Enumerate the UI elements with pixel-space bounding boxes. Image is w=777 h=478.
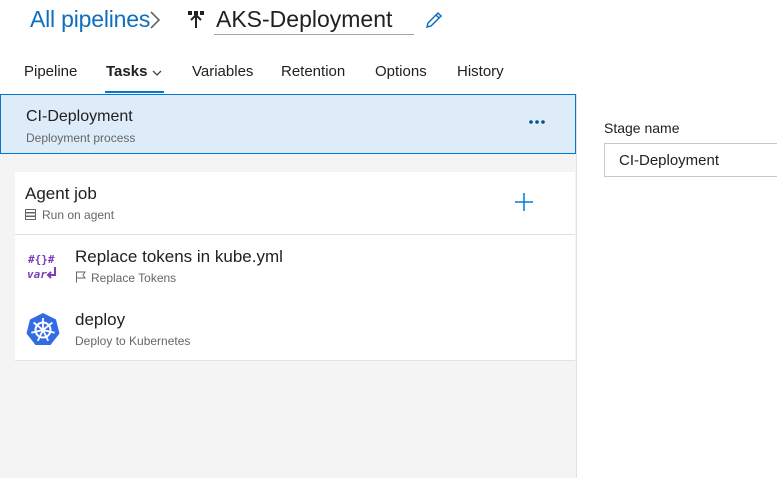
task-deploy[interactable]: deploy Deploy to Kubernetes (15, 298, 575, 360)
stage-name-label: Stage name (604, 120, 680, 136)
replace-tokens-icon: #{}# var (25, 249, 61, 285)
tab-variables[interactable]: Variables (192, 63, 253, 93)
page-header: All pipelines (0, 0, 777, 46)
svg-text:#{}#: #{}# (28, 253, 55, 266)
task-list: #{}# var Replace tokens in kube.yml Repl… (15, 235, 575, 361)
task-subtitle: Deploy to Kubernetes (75, 334, 191, 348)
breadcrumb-all-pipelines[interactable]: All pipelines (30, 6, 150, 33)
stage-subtitle: Deployment process (26, 131, 136, 145)
chevron-down-icon (152, 64, 162, 81)
stage-title: CI-Deployment (26, 108, 133, 125)
process-panel: CI-Deployment Deployment process Agent j… (0, 94, 577, 478)
tab-bar: Pipeline Tasks Variables Retention Optio… (0, 56, 777, 94)
tab-tasks-label: Tasks (106, 63, 148, 80)
svg-text:var: var (27, 268, 47, 281)
stage-name-input[interactable] (604, 143, 777, 177)
task-title: Replace tokens in kube.yml (75, 247, 283, 266)
kubernetes-icon (25, 312, 61, 348)
properties-panel: Stage name (577, 94, 777, 478)
stage-card[interactable]: CI-Deployment Deployment process (0, 94, 576, 154)
more-options-icon[interactable] (525, 113, 549, 131)
task-subtitle-text: Replace Tokens (91, 271, 177, 285)
active-tab-indicator (105, 91, 164, 93)
job-subtitle: Run on agent (25, 208, 114, 223)
add-task-icon[interactable] (512, 190, 536, 214)
tab-retention[interactable]: Retention (281, 63, 345, 93)
pipeline-name-input[interactable] (214, 4, 414, 35)
pencil-icon[interactable] (424, 10, 444, 35)
task-subtitle: Replace Tokens (75, 271, 176, 286)
flag-icon (75, 271, 86, 286)
chevron-right-icon (149, 10, 161, 35)
job-title: Agent job (25, 184, 97, 203)
task-title: deploy (75, 310, 126, 329)
job-subtitle-text: Run on agent (42, 208, 115, 222)
tab-pipeline[interactable]: Pipeline (24, 63, 77, 93)
agent-job-card[interactable]: Agent job Run on agent (15, 172, 575, 235)
tab-tasks[interactable]: Tasks (106, 63, 162, 93)
tab-history[interactable]: History (457, 63, 504, 93)
task-replace-tokens[interactable]: #{}# var Replace tokens in kube.yml Repl… (15, 235, 575, 297)
tab-options[interactable]: Options (375, 63, 427, 93)
server-icon (25, 209, 36, 223)
pipeline-icon (187, 10, 205, 35)
